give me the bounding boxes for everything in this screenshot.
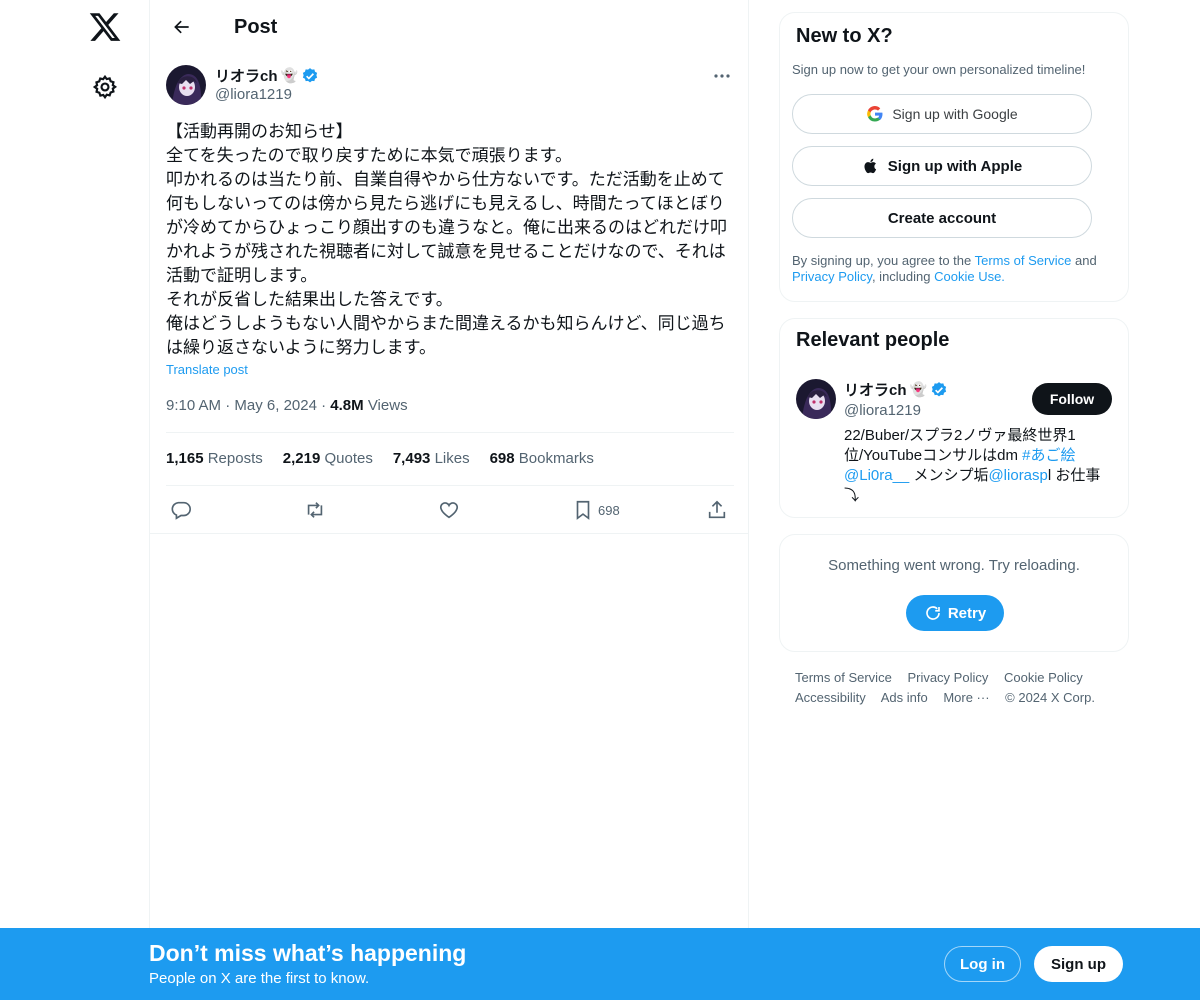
apple-signup-button[interactable]: Sign up with Apple	[792, 146, 1092, 186]
likes-stat[interactable]: 7,493 Likes	[393, 450, 470, 467]
quotes-stat[interactable]: 2,219 Quotes	[283, 450, 373, 467]
tweet-stats: 1,165 Reposts 2,219 Quotes 7,493 Likes 6…	[166, 450, 594, 467]
google-icon	[867, 106, 883, 122]
ghost-emoji-icon: 👻	[280, 67, 298, 83]
author-avatar[interactable]	[166, 65, 206, 105]
banner-headline: Don’t miss what’s happening	[149, 940, 467, 966]
banner-subtitle: People on X are the first to know.	[149, 970, 370, 987]
relevant-people-title: Relevant people	[796, 329, 950, 351]
error-message: Something went wrong. Try reloading.	[828, 557, 1080, 574]
signup-card: New to X? Sign up now to get your own pe…	[779, 12, 1129, 302]
meta-separator: ·	[321, 397, 331, 414]
login-button[interactable]: Log in	[944, 946, 1021, 982]
tweet-date[interactable]: May 6, 2024	[234, 397, 317, 414]
tweet-author: リオラch 👻 @liora1219	[166, 64, 734, 108]
google-signup-button[interactable]: Sign up with Google	[792, 94, 1092, 134]
settings-gear-icon[interactable]	[92, 74, 118, 100]
footer-link-ads[interactable]: Ads info	[881, 690, 928, 705]
footer-link-terms[interactable]: Terms of Service	[795, 670, 892, 685]
x-logo-icon[interactable]	[88, 10, 122, 44]
signup-button[interactable]: Sign up	[1034, 946, 1123, 982]
footer-link-more[interactable]: More ···	[943, 690, 989, 705]
main-column: Post リオラch 👻 @liora1219 【活動再開のお知らせ】 全てを失…	[149, 0, 749, 1000]
login-banner: Don’t miss what’s happening People on X …	[0, 928, 1200, 1000]
retry-button[interactable]: Retry	[906, 595, 1004, 631]
share-icon[interactable]	[706, 497, 728, 523]
person-handle[interactable]: @liora1219	[844, 402, 921, 419]
page-title: Post	[234, 15, 278, 38]
apple-icon	[864, 158, 876, 174]
left-nav	[0, 0, 150, 1000]
footer-link-privacy[interactable]: Privacy Policy	[907, 670, 988, 685]
translate-post-link[interactable]: Translate post	[166, 362, 248, 377]
like-heart-icon[interactable]	[438, 497, 460, 523]
author-handle[interactable]: @liora1219	[215, 86, 292, 103]
views-label: Views	[367, 397, 408, 414]
tweet-text: 【活動再開のお知らせ】 全てを失ったので取り戻すために本気で頑張ります。 叩かれ…	[166, 122, 727, 357]
mention-link[interactable]: @liorasp	[988, 467, 1047, 484]
create-account-button[interactable]: Create account	[792, 198, 1092, 238]
reposts-stat[interactable]: 1,165 Reposts	[166, 450, 263, 467]
footer-copyright: © 2024 X Corp.	[1005, 690, 1095, 705]
tweet-actions: 698	[166, 497, 734, 523]
cookie-link[interactable]: Cookie Use.	[934, 269, 1005, 284]
signup-card-subtitle: Sign up now to get your own personalized…	[792, 62, 1086, 77]
back-arrow-icon[interactable]	[162, 7, 202, 47]
footer-link-accessibility[interactable]: Accessibility	[795, 690, 866, 705]
follow-button[interactable]: Follow	[1032, 383, 1112, 415]
divider	[166, 485, 734, 486]
error-card: Something went wrong. Try reloading. Ret…	[779, 534, 1129, 652]
bookmark-count: 698	[598, 502, 620, 518]
views-count: 4.8M	[330, 397, 364, 414]
verified-badge-icon	[931, 381, 947, 396]
bookmark-icon	[576, 500, 590, 520]
signup-legal-text: By signing up, you agree to the Terms of…	[792, 253, 1097, 284]
footer-links: Terms of Service Privacy Policy Cookie P…	[779, 668, 1129, 708]
terms-link[interactable]: Terms of Service	[975, 253, 1072, 268]
relevant-people-card: Relevant people リオラch 👻 @liora1219 Follo…	[779, 318, 1129, 518]
footer-link-cookie[interactable]: Cookie Policy	[1004, 670, 1083, 685]
ghost-emoji-icon: 👻	[909, 381, 927, 397]
repost-icon[interactable]	[304, 497, 326, 523]
right-sidebar: New to X? Sign up now to get your own pe…	[779, 12, 1129, 708]
mention-link[interactable]: @Li0ra__	[844, 467, 909, 484]
person-avatar[interactable]	[796, 379, 836, 419]
divider	[166, 432, 734, 433]
post-header: Post	[150, 0, 748, 54]
hashtag-link[interactable]: #あご絵	[1022, 447, 1075, 464]
reply-icon[interactable]	[170, 497, 192, 523]
bookmarks-stat[interactable]: 698 Bookmarks	[490, 450, 594, 467]
signup-card-title: New to X?	[796, 25, 893, 47]
privacy-link[interactable]: Privacy Policy	[792, 269, 872, 284]
more-options-icon[interactable]	[710, 64, 734, 88]
meta-separator: ·	[225, 397, 235, 414]
author-name[interactable]: リオラch 👻	[215, 65, 319, 86]
verified-badge-icon	[302, 67, 318, 82]
refresh-icon	[926, 606, 940, 620]
divider	[150, 533, 748, 534]
person-name[interactable]: リオラch 👻	[844, 379, 948, 400]
tweet-meta: 9:10 AM · May 6, 2024 · 4.8M Views	[166, 397, 408, 414]
tweet-time[interactable]: 9:10 AM	[166, 397, 221, 414]
bookmark-action[interactable]: 698	[572, 497, 620, 523]
person-bio: 22/Buber/スプラ2ノヴァ最終世界1位/YouTubeコンサルはdm #あ…	[844, 427, 1101, 504]
